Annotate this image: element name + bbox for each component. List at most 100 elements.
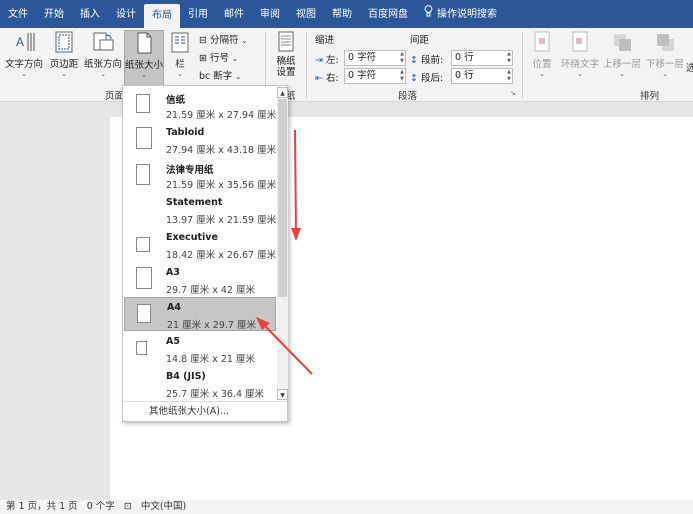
line-numbers-label: 行号 [210, 53, 230, 64]
dropdown-scrollbar[interactable]: ▲ ▼ [277, 87, 288, 400]
tell-me-label: 操作说明搜索 [437, 9, 497, 20]
paper-size-name: B4 (JIS) [166, 371, 206, 382]
orientation-label: 纸张方向 [83, 59, 122, 70]
group-divider [522, 32, 523, 98]
bring-forward-label: 上移一层 [602, 59, 641, 70]
paper-size-option[interactable]: Tabloid 27.94 厘米 x 43.18 厘米 [124, 123, 276, 157]
columns-button[interactable]: 栏 ⌄ [168, 30, 192, 86]
send-backward-button[interactable]: 下移一层 ⌄ [645, 30, 685, 86]
draft-paper-icon [274, 30, 298, 54]
text-direction-button[interactable]: A 文字方向 ⌄ [4, 30, 44, 86]
margins-icon [52, 30, 76, 54]
size-button[interactable]: 纸张大小 ⌄ [124, 30, 164, 86]
margins-button[interactable]: 页边距 ⌄ [46, 30, 82, 86]
text-direction-label: 文字方向 [4, 59, 43, 70]
paper-size-option[interactable]: A5 14.8 厘米 x 21 厘米 [124, 332, 276, 366]
paper-size-dimensions: 21.59 厘米 x 27.94 厘米 [166, 110, 277, 121]
spacing-before-value: 0 行 [455, 52, 474, 63]
paper-size-dimensions: 18.42 厘米 x 26.67 厘米 [166, 250, 277, 261]
orientation-button[interactable]: 纸张方向 ⌄ [83, 30, 123, 86]
spacing-before-input[interactable]: 0 行 ▲ ▼ [451, 50, 513, 66]
paper-size-option-selected[interactable]: A4 21 厘米 x 29.7 厘米 [124, 297, 276, 331]
page-thumbnail-icon [136, 341, 147, 355]
chevron-down-icon: ⌄ [61, 70, 67, 78]
paper-size-dimensions: 25.7 厘米 x 36.4 厘米 [166, 389, 265, 400]
draft-settings-button[interactable]: 稿纸 设置 [272, 30, 300, 86]
paper-size-dimensions: 21 厘米 x 29.7 厘米 [167, 320, 256, 331]
breaks-button[interactable]: ⊟ 分隔符 ⌄ [199, 32, 247, 46]
tab-home[interactable]: 开始 [36, 0, 72, 28]
paper-size-dimensions: 29.7 厘米 x 42 厘米 [166, 285, 255, 296]
tab-design[interactable]: 设计 [108, 0, 144, 28]
scroll-down-icon[interactable]: ▼ [277, 389, 288, 400]
tab-layout[interactable]: 布局 [144, 4, 180, 28]
bring-forward-button[interactable]: 上移一层 ⌄ [601, 30, 643, 86]
paper-size-name: A3 [166, 267, 180, 278]
columns-icon [168, 30, 192, 54]
paper-size-dropdown: 信纸 21.59 厘米 x 27.94 厘米 Tabloid 27.94 厘米 … [122, 85, 288, 422]
dialog-launcher-icon[interactable]: ↘ [510, 89, 516, 97]
chevron-down-icon: ⌄ [232, 55, 238, 63]
spacing-after-row: ↕ 段后: [410, 70, 443, 84]
paper-size-option[interactable]: Statement 13.97 厘米 x 21.59 厘米 [124, 193, 276, 227]
chevron-down-icon: ⌄ [21, 70, 27, 78]
chevron-down-icon: ⌄ [241, 37, 248, 45]
indent-header: 缩进 [315, 35, 335, 46]
spacing-after-input[interactable]: 0 行 ▲ ▼ [451, 68, 513, 84]
page-count[interactable]: 第 1 页，共 1 页 [6, 501, 78, 512]
tab-review[interactable]: 审阅 [252, 0, 288, 28]
scrollbar-thumb[interactable] [278, 99, 287, 297]
spinner-arrows-icon[interactable]: ▲ ▼ [507, 51, 511, 65]
paper-size-option[interactable]: A3 29.7 厘米 x 42 厘米 [124, 263, 276, 297]
indent-right-input[interactable]: 0 字符 ▲ ▼ [344, 68, 406, 84]
page-thumbnail-icon [136, 164, 150, 185]
wrap-text-button[interactable]: 环绕文字 ⌄ [560, 30, 600, 86]
tab-file[interactable]: 文件 [0, 0, 36, 28]
tell-me-search[interactable]: 操作说明搜索 [416, 0, 505, 28]
page-size-icon [132, 31, 156, 55]
more-paper-sizes-link[interactable]: 其他纸张大小(A)... [123, 401, 287, 422]
chevron-down-icon: ⌄ [619, 70, 625, 78]
spinner-arrows-icon[interactable]: ▲ ▼ [400, 69, 404, 83]
paper-size-option[interactable]: Executive 18.42 厘米 x 26.67 厘米 [124, 228, 276, 262]
position-button[interactable]: 位置 ⌄ [528, 30, 556, 86]
proofing-icon[interactable]: ⊡ [124, 501, 132, 512]
tab-references[interactable]: 引用 [180, 0, 216, 28]
lightbulb-icon [424, 0, 433, 30]
tab-baidu-netdisk[interactable]: 百度网盘 [360, 0, 416, 28]
indent-right-value: 0 字符 [348, 70, 377, 81]
paper-size-option[interactable]: B4 (JIS) 25.7 厘米 x 36.4 厘米 [124, 367, 276, 401]
tab-help[interactable]: 帮助 [324, 0, 360, 28]
group-divider [306, 32, 307, 98]
tab-insert[interactable]: 插入 [72, 0, 108, 28]
position-icon [530, 30, 554, 54]
page-thumbnail-icon [136, 267, 152, 289]
spacing-after-icon: ↕ [410, 73, 418, 84]
indent-right-row: ⇤ 右: [315, 70, 339, 84]
align-label: 选 [686, 63, 693, 74]
spinner-arrows-icon[interactable]: ▲ ▼ [400, 51, 404, 65]
hyphenation-label: 断字 [213, 71, 233, 82]
scroll-up-icon[interactable]: ▲ [277, 87, 288, 98]
tab-mailings[interactable]: 邮件 [216, 0, 252, 28]
align-button[interactable]: 选 [686, 60, 693, 74]
hyphenation-button[interactable]: bc 断字 ⌄ [199, 68, 241, 82]
paper-size-name: 法律专用纸 [166, 165, 214, 176]
breaks-label: 分隔符 [210, 35, 239, 46]
tab-view[interactable]: 视图 [288, 0, 324, 28]
spacing-after-value: 0 行 [455, 70, 474, 81]
language-indicator[interactable]: 中文(中国) [141, 501, 186, 512]
paper-size-option[interactable]: 法律专用纸 21.59 厘米 x 35.56 厘米 [124, 158, 276, 192]
margins-label: 页边距 [49, 59, 79, 70]
chevron-down-icon: ⌄ [141, 71, 147, 79]
paper-size-option[interactable]: 信纸 21.59 厘米 x 27.94 厘米 [124, 88, 276, 122]
chevron-down-icon: ⌄ [539, 70, 545, 78]
indent-left-input[interactable]: 0 字符 ▲ ▼ [344, 50, 406, 66]
line-numbers-button[interactable]: ⊞ 行号 ⌄ [199, 50, 238, 64]
spinner-arrows-icon[interactable]: ▲ ▼ [507, 69, 511, 83]
paper-size-dimensions: 27.94 厘米 x 43.18 厘米 [166, 145, 277, 156]
word-count[interactable]: 0 个字 [87, 501, 115, 512]
text-direction-icon: A [12, 30, 36, 54]
page-thumbnail-icon [136, 237, 150, 252]
status-bar: 第 1 页，共 1 页 0 个字 ⊡ 中文(中国) [0, 500, 693, 514]
